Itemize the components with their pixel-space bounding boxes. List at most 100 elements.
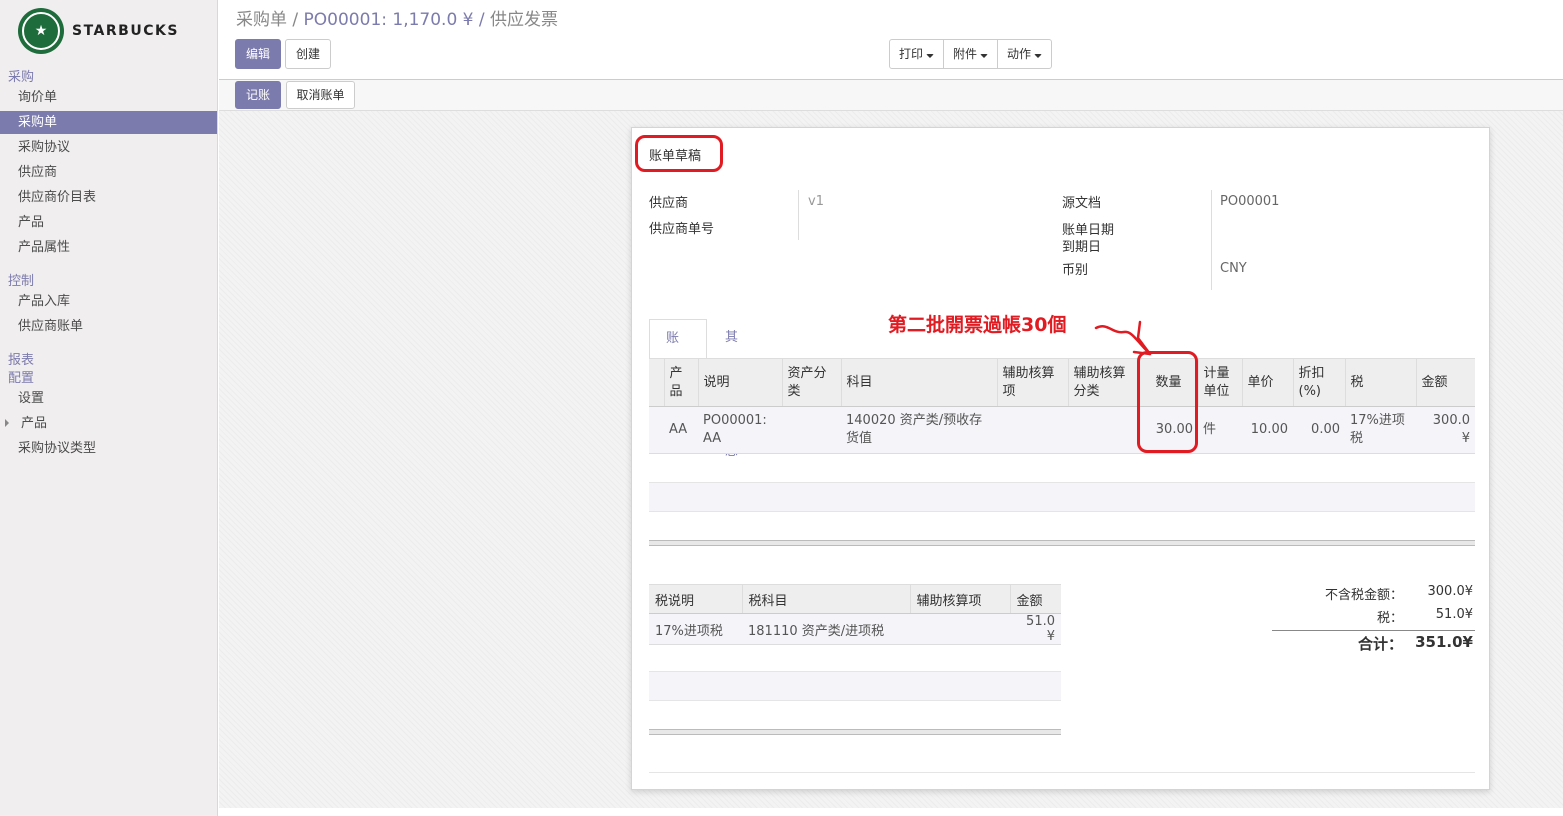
chevron-down-icon (980, 54, 989, 58)
tax-amount-value: 51.0¥ (1435, 607, 1473, 622)
column-header[interactable]: 辅助核算分类 (1067, 358, 1139, 407)
column-header-handle (649, 358, 664, 407)
source-doc-field[interactable]: PO00001 (1220, 194, 1279, 209)
column-header[interactable]: 辅助核算项 (909, 584, 1010, 614)
cell-amount: 300.0 ¥ (1416, 406, 1475, 454)
cancel-bill-button[interactable]: 取消账单 (286, 81, 355, 109)
cell-analytic-tags (1068, 406, 1139, 454)
post-button[interactable]: 记账 (235, 81, 281, 109)
tab-bill[interactable]: 账单 (649, 319, 707, 384)
breadcrumb-order[interactable]: PO00001: 1,170.0 ¥ / (304, 10, 485, 30)
menu-item-purchase-orders[interactable]: 采购单 (0, 111, 217, 134)
cell-account: 140020 资产类/预收存货值 (841, 406, 997, 454)
column-header[interactable]: 税科目 (741, 584, 910, 614)
annotation-circle-quantity (1137, 351, 1198, 453)
menu-item-vendor-bills[interactable]: 供应商账单 (0, 315, 217, 338)
menu-section-reports[interactable]: 报表 (8, 349, 34, 368)
statusbar (219, 79, 1563, 111)
table-row[interactable]: 17%进项税 181110 资产类/进项税 51.0 ¥ (649, 613, 1061, 645)
annotation-text: 第二批開票過帳30個 (888, 314, 1067, 336)
cell-description: PO00001: AA (698, 406, 782, 454)
table-row[interactable]: AA PO00001: AA 140020 资产类/预收存货值 30.00 件 … (649, 406, 1475, 454)
menu-item-product-attributes[interactable]: 产品属性 (0, 236, 217, 259)
empty-tax-row[interactable] (649, 671, 1061, 701)
edit-button[interactable]: 编辑 (235, 39, 281, 69)
vendor-field[interactable]: v1 (808, 194, 824, 209)
menu-item-rfq[interactable]: 询价单 (0, 86, 217, 109)
menu-item-settings[interactable]: 设置 (0, 387, 217, 410)
menu-item-vendors[interactable]: 供应商 (0, 161, 217, 184)
column-header[interactable]: 说明 (697, 358, 782, 407)
menu-item-vendor-pricelists[interactable]: 供应商价目表 (0, 186, 217, 209)
menu-item-config-products-label: 产品 (21, 416, 48, 431)
cell-discount: 0.00 (1293, 406, 1345, 454)
column-header[interactable]: 计量单位 (1197, 358, 1242, 407)
column-header[interactable]: 单价 (1241, 358, 1293, 407)
source-doc-label: 源文档 (1062, 196, 1102, 211)
starbucks-logo[interactable]: ★ STARBUCKS (18, 8, 179, 54)
field-divider (1211, 190, 1212, 290)
breadcrumb-current: 供应发票 (490, 10, 559, 30)
cell-tax-description: 17%进项税 (649, 613, 742, 645)
tax-lines-table: 税说明 税科目 辅助核算项 金额 17%进项税 181110 资产类/进项税 5… (649, 584, 1061, 645)
currency-field[interactable]: CNY (1220, 261, 1247, 276)
column-header[interactable]: 产品 (663, 358, 698, 407)
vendor-ref-label: 供应商单号 (649, 222, 715, 237)
action-dropdown[interactable]: 动作 (998, 40, 1051, 68)
bottom-strip (219, 808, 1563, 816)
column-header[interactable]: 金额 (1009, 584, 1061, 614)
create-button[interactable]: 创建 (285, 39, 331, 69)
chevron-down-icon (1034, 54, 1043, 58)
menu-item-purchase-agreements[interactable]: 采购协议 (0, 136, 217, 159)
invoice-sheet: 账单草稿 供应商 供应商单号 v1 源文档 账单日期 到期日 币别 PO0000… (631, 127, 1490, 790)
column-header[interactable]: 税 (1344, 358, 1416, 407)
untaxed-amount-row: 不含税金额： 300.0¥ (1325, 584, 1473, 603)
tax-amount-row: 税： 51.0¥ (1377, 607, 1473, 626)
menu-section-config: 配置 (8, 371, 35, 386)
siren-logo-icon: ★ (18, 8, 64, 54)
action-label: 动作 (1007, 47, 1032, 61)
menu-item-config-products[interactable]: 产品 (0, 412, 217, 435)
total-row: 合计： 351.0¥ (1358, 633, 1473, 654)
cell-tax: 17%进项税 (1345, 406, 1416, 454)
table-footer-line (649, 540, 1475, 546)
sidebar-actions: 打印 附件 动作 (889, 39, 1053, 69)
print-dropdown[interactable]: 打印 (890, 40, 945, 68)
tax-amount-label: 税： (1376, 611, 1403, 626)
cell-tax-amount: 51.0 ¥ (1010, 613, 1061, 645)
cell-tax-analytic (910, 613, 1010, 645)
menu-item-agreement-types[interactable]: 采购协议类型 (0, 437, 217, 460)
tax-table-footer-line (649, 729, 1061, 735)
cell-asset-category (782, 406, 841, 454)
row-handle (649, 406, 664, 454)
column-header[interactable]: 折扣 (%) (1292, 358, 1345, 407)
cell-uom: 件 (1198, 406, 1242, 454)
empty-row[interactable] (649, 482, 1475, 512)
table-header-row: 产品 说明 资产分类 科目 辅助核算项 辅助核算分类 数量 计量单位 单价 折扣… (649, 358, 1475, 407)
annotation-arrow-icon (1094, 320, 1152, 356)
brand-name: STARBUCKS (72, 23, 179, 39)
menu-section-purchase: 采购 (8, 70, 35, 85)
expand-caret-icon (5, 419, 9, 427)
vendor-label: 供应商 (649, 196, 689, 211)
cell-price: 10.00 (1242, 406, 1293, 454)
tab-other-info[interactable]: 其它信息 (709, 319, 754, 459)
chevron-down-icon (926, 54, 935, 58)
untaxed-amount-label: 不含税金额： (1324, 588, 1403, 603)
sheet-bottom-line (649, 772, 1475, 773)
field-divider (798, 190, 799, 240)
totals-divider (1272, 630, 1475, 631)
currency-label: 币别 (1062, 263, 1089, 278)
column-header[interactable]: 税说明 (649, 584, 742, 614)
attachment-dropdown[interactable]: 附件 (944, 40, 999, 68)
breadcrumb-purchase-orders[interactable]: 采购单 / (236, 10, 298, 30)
invoice-lines-table: 产品 说明 资产分类 科目 辅助核算项 辅助核算分类 数量 计量单位 单价 折扣… (649, 358, 1475, 454)
attachment-label: 附件 (953, 47, 978, 61)
menu-item-products[interactable]: 产品 (0, 211, 217, 234)
menu-item-incoming-products[interactable]: 产品入库 (0, 290, 217, 313)
column-header[interactable]: 资产分类 (781, 358, 841, 407)
column-header[interactable]: 科目 (840, 358, 997, 407)
table-header-row: 税说明 税科目 辅助核算项 金额 (649, 584, 1061, 614)
column-header[interactable]: 辅助核算项 (996, 358, 1068, 407)
column-header[interactable]: 金额 (1415, 358, 1475, 407)
